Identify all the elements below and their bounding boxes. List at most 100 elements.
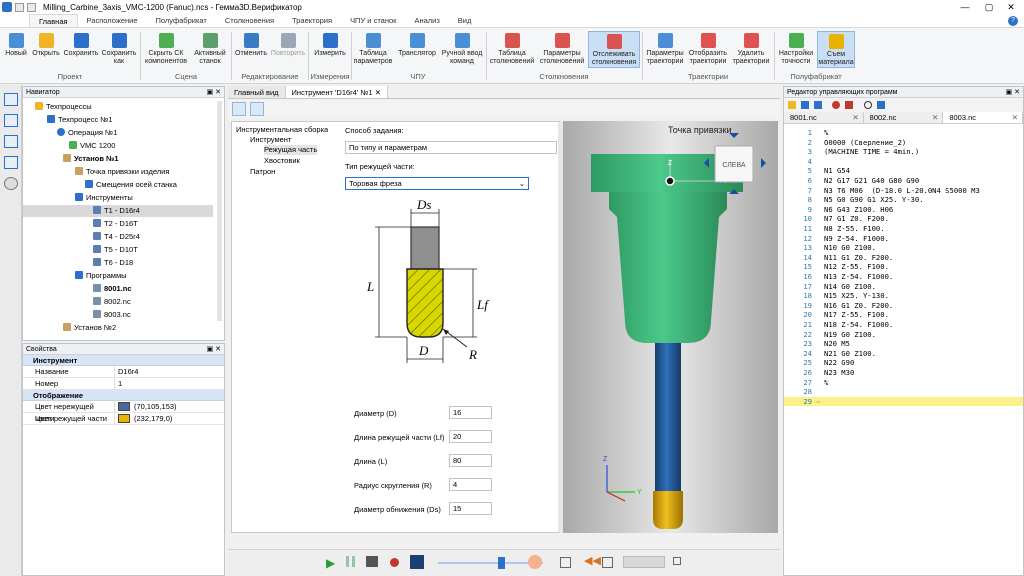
tab-main[interactable]: Главная <box>29 14 78 27</box>
step-icon[interactable] <box>366 556 378 567</box>
tab-stock[interactable]: Полуфабрикат <box>147 14 216 27</box>
list-toggle-icon[interactable] <box>3 114 18 127</box>
accuracy-settings-button[interactable]: Настройки точности <box>776 31 816 66</box>
tree-item-setup-2[interactable]: Установ №2 <box>63 322 116 334</box>
save-button[interactable]: Сохранить <box>62 31 100 58</box>
props-section-display[interactable]: Отображение <box>23 390 224 401</box>
code-line[interactable]: 12 N9 Z-54. F1000. <box>784 234 1023 244</box>
close-icon[interactable]: ✕ <box>1012 112 1018 124</box>
undo-button[interactable]: Отменить <box>233 31 269 58</box>
tree-item-tool-t2[interactable]: T2 - D16T <box>93 218 138 230</box>
code-line[interactable]: 23 N20 M5 <box>784 339 1023 349</box>
tree-item-programs[interactable]: Программы <box>75 270 127 282</box>
code-area[interactable]: 1% 2 O0000 (Сверление_2) 3 (MACHINE TIME = 4… <box>784 124 1023 569</box>
quick-save-icon[interactable] <box>15 2 24 12</box>
tree-item-tool-t5[interactable]: T5 - D10T <box>93 244 138 256</box>
params-table-button[interactable]: Таблица параметров <box>352 31 394 66</box>
code-line[interactable]: 7 N3 T6 M06 (D-18.0 L-20.0N4 S5000 M3 <box>784 186 1023 196</box>
code-line[interactable]: 11 N8 Z-55. F100. <box>784 224 1023 234</box>
delete-trajectories-button[interactable]: Удалить траектории <box>730 31 772 66</box>
tab-collisions[interactable]: Столкновения <box>216 14 283 27</box>
code-line[interactable]: 6 N2 G17 G21 G40 G80 G90 <box>784 176 1023 186</box>
code-line[interactable]: 17 N14 G0 Z100. <box>784 282 1023 292</box>
record-icon[interactable] <box>390 558 399 567</box>
speed-icon[interactable] <box>528 555 542 569</box>
code-line[interactable]: 8 N5 G0 G90 G1 X25. Y-30. <box>784 195 1023 205</box>
param-input-lf[interactable]: 20 <box>449 430 492 443</box>
program-toggle-icon[interactable] <box>3 135 18 148</box>
prop-row-cut-color[interactable]: Цвет режущей части (232,179,0) <box>23 413 224 425</box>
code-line[interactable]: 14 N11 G1 Z0. F200. <box>784 253 1023 263</box>
code-line[interactable]: 24 N21 G0 Z100. <box>784 349 1023 359</box>
code-line[interactable]: 15 N12 Z-55. F100. <box>784 262 1023 272</box>
tree-item-program-8001[interactable]: 8001.nc <box>93 283 132 295</box>
prop-row-noncut-color[interactable]: Цвет нережущей части (70,105,153) <box>23 401 224 423</box>
frame-icon[interactable] <box>560 557 571 568</box>
code-line[interactable]: 13 N10 G0 Z100. <box>784 243 1023 253</box>
trajectory-params-button[interactable]: Параметры траектории <box>644 31 686 66</box>
navigator-scrollbar[interactable] <box>217 101 222 321</box>
param-input-l[interactable]: 80 <box>449 454 492 467</box>
code-line[interactable]: 16 N13 Z-54. F1000. <box>784 272 1023 282</box>
code-line[interactable]: 10 N7 G1 Z0. F200. <box>784 214 1023 224</box>
navigator-toggle-icon[interactable] <box>3 93 18 106</box>
breakpoint-icon[interactable] <box>832 101 840 109</box>
code-line[interactable]: 20 N17 Z-55. F100. <box>784 310 1023 320</box>
close-icon[interactable]: ✕ <box>932 112 938 124</box>
prop-row-name[interactable]: Название D16r4 <box>23 366 224 378</box>
tool-3d-view[interactable]: Z Y Точка привязки СЛЕВА Z Y <box>563 121 778 533</box>
method-field[interactable]: По типу и параметрам <box>345 141 557 154</box>
code-line[interactable]: 29 ⇨ <box>784 396 1023 407</box>
tree-tool-assembly[interactable]: Инструментальная сборка <box>236 125 328 135</box>
save-file-icon[interactable] <box>801 101 809 109</box>
maximize-button[interactable]: ▢ <box>978 0 1000 14</box>
close-icon[interactable]: ✕ <box>852 112 858 124</box>
tree-cutting-part[interactable]: Режущая часть <box>264 145 318 155</box>
tree-item-axis-offsets[interactable]: Смещения осей станка <box>85 179 177 191</box>
color-swatch[interactable] <box>118 414 130 423</box>
progress-field[interactable] <box>623 556 665 568</box>
code-line[interactable]: 19 N16 G1 Z0. F200. <box>784 301 1023 311</box>
clear-breakpoints-icon[interactable] <box>845 101 853 109</box>
code-line[interactable]: 1% <box>784 128 1023 138</box>
collision-table-button[interactable]: Таблица столкновений <box>488 31 536 66</box>
slider-thumb[interactable] <box>498 557 505 569</box>
translator-button[interactable]: Транслятор <box>395 31 439 58</box>
open-file-icon[interactable] <box>788 101 796 109</box>
tab-tool-editor[interactable]: Инструмент 'D16r4' №1 ✕ <box>285 86 388 98</box>
tree-item-setup-1[interactable]: Установ №1 <box>63 153 119 165</box>
editor-tab-8003[interactable]: 8003.nc ✕ <box>943 112 1024 124</box>
tab-analysis[interactable]: Анализ <box>405 14 448 27</box>
code-line[interactable]: 3 (MACHINE TIME = 4min.) <box>784 147 1023 157</box>
open-button[interactable]: Открыть <box>30 31 62 58</box>
material-removal-button[interactable]: Съем материала <box>817 31 855 68</box>
code-line[interactable]: 4 <box>784 157 1023 167</box>
tab-view[interactable]: Вид <box>449 14 481 27</box>
code-line[interactable]: 28 <box>784 387 1023 397</box>
tree-tool[interactable]: Инструмент <box>250 135 291 145</box>
tree-item-tool-t6[interactable]: T6 - D18 <box>93 257 133 269</box>
tab-cnc[interactable]: ЧПУ и станок <box>341 14 405 27</box>
show-trajectories-button[interactable]: Отобразить траектории <box>686 31 730 66</box>
code-line[interactable]: 2 O0000 (Сверление_2) <box>784 138 1023 148</box>
panel-buttons-icon[interactable]: ▣ ✕ <box>1006 87 1020 98</box>
quick-undo-icon[interactable] <box>27 2 36 12</box>
anchor-point-icon[interactable] <box>665 176 675 186</box>
search-icon[interactable] <box>864 101 872 109</box>
code-line[interactable]: 22 N19 G0 Z100. <box>784 330 1023 340</box>
editor-tab-8001[interactable]: 8001.nc ✕ <box>784 112 864 123</box>
color-swatch[interactable] <box>118 402 130 411</box>
save-all-icon[interactable] <box>814 101 822 109</box>
param-input-r[interactable]: 4 <box>449 478 492 491</box>
hide-cs-button[interactable]: Скрыть СК компонентов <box>142 31 190 66</box>
collision-params-button[interactable]: Параметры столкновений <box>537 31 587 66</box>
panel-buttons-icon[interactable]: ▣ ✕ <box>207 87 221 98</box>
code-line[interactable]: 26 N23 M30 <box>784 368 1023 378</box>
tree-item-tool-t4[interactable]: T4 - D25r4 <box>93 231 140 243</box>
rewind-icon[interactable]: ◀◀ <box>584 554 601 567</box>
manual-input-button[interactable]: Ручной ввод команд <box>440 31 484 66</box>
tree-item-program-8002[interactable]: 8002.nc <box>93 296 131 308</box>
code-line[interactable]: 25 N22 G90 <box>784 358 1023 368</box>
editor-tab-8002[interactable]: 8002.nc ✕ <box>864 112 944 123</box>
tree-item-processes[interactable]: Техпроцессы <box>35 101 92 113</box>
